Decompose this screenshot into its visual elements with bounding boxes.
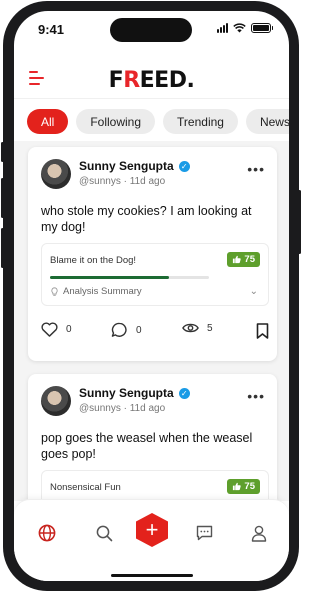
- side-button: [1, 178, 4, 218]
- add-icon: +: [145, 517, 159, 542]
- analysis-summary-label: Analysis Summary: [63, 286, 142, 297]
- post-text: pop goes the weasel when the weasel goes…: [41, 431, 253, 461]
- analysis-summary-row[interactable]: Analysis Summary: [50, 286, 142, 297]
- add-post-button[interactable]: +: [136, 513, 168, 547]
- phone-frame: 9:41 FREED. All Following Trending News …: [3, 1, 299, 591]
- more-options-icon[interactable]: •••: [247, 161, 265, 177]
- profile-icon: [251, 525, 267, 542]
- tab-following[interactable]: Following: [76, 109, 156, 134]
- post-text: who stole my cookies? I am looking at my…: [41, 204, 252, 234]
- heart-icon: [41, 322, 58, 337]
- app-header: FREED.: [14, 63, 289, 99]
- author-row: Sunny Sengupta ✓: [79, 159, 190, 173]
- views-count: 5: [207, 322, 213, 334]
- avatar[interactable]: [41, 386, 71, 416]
- thumbs-up-icon: [233, 255, 242, 264]
- battery-level: [253, 25, 269, 31]
- app-logo: FREED.: [108, 68, 195, 93]
- post-feed[interactable]: Sunny Sengupta ✓ @sunnys · 11d ago ••• w…: [14, 141, 289, 501]
- tab-all[interactable]: All: [27, 109, 69, 134]
- eye-icon: [182, 323, 199, 333]
- comment-button[interactable]: 0: [111, 322, 142, 338]
- nav-home[interactable]: [38, 524, 56, 542]
- status-icons: [217, 23, 273, 33]
- comment-icon: [111, 322, 127, 337]
- author-name[interactable]: Sunny Sengupta: [79, 386, 174, 400]
- verified-icon: ✓: [178, 387, 190, 399]
- author-handle: @sunnys · 11d ago: [79, 176, 166, 187]
- author-handle: @sunnys · 11d ago: [79, 403, 166, 414]
- side-button: [1, 142, 4, 162]
- views-indicator: 5: [182, 322, 213, 334]
- app-screen: 9:41 FREED. All Following Trending News …: [14, 11, 289, 581]
- post-card[interactable]: Sunny Sengupta ✓ @sunnys · 11d ago ••• p…: [28, 374, 277, 501]
- score-badge: 75: [227, 252, 260, 267]
- post-card[interactable]: Sunny Sengupta ✓ @sunnys · 11d ago ••• w…: [28, 147, 277, 361]
- post-actions: 0 0 5: [41, 322, 269, 342]
- nav-messages[interactable]: [195, 524, 213, 542]
- wifi-icon: [233, 23, 246, 33]
- nav-profile[interactable]: [250, 524, 268, 542]
- score-bar: [50, 276, 209, 279]
- status-bar: 9:41: [14, 11, 289, 47]
- home-indicator: [111, 574, 193, 577]
- chevron-down-icon[interactable]: ⌄: [250, 286, 258, 297]
- tab-trending[interactable]: Trending: [163, 109, 238, 134]
- like-button[interactable]: 0: [41, 322, 72, 337]
- score-bar-fill: [50, 276, 170, 279]
- filter-tabs: All Following Trending News: [27, 109, 289, 134]
- analysis-title: Nonsensical Fun: [50, 482, 121, 493]
- tab-news[interactable]: News: [245, 109, 289, 134]
- bottom-nav: +: [14, 499, 289, 581]
- analysis-title: Blame it on the Dog!: [50, 255, 137, 266]
- side-button: [1, 228, 4, 268]
- chat-icon: [196, 525, 212, 541]
- signal-icon: [217, 23, 228, 33]
- score-badge: 75: [227, 479, 260, 494]
- search-icon: [96, 525, 112, 541]
- more-options-icon[interactable]: •••: [247, 388, 265, 404]
- avatar[interactable]: [41, 159, 71, 189]
- battery-icon: [251, 23, 273, 33]
- analysis-box[interactable]: Blame it on the Dog! 75 Analysis Summary…: [41, 243, 269, 306]
- bookmark-icon[interactable]: [256, 323, 269, 339]
- verified-icon: ✓: [178, 160, 190, 172]
- comment-count: 0: [136, 324, 142, 336]
- lightbulb-icon: [51, 286, 58, 296]
- score-value: 75: [244, 481, 255, 492]
- author-row: Sunny Sengupta ✓: [79, 386, 190, 400]
- globe-icon: [38, 524, 56, 542]
- score-value: 75: [244, 254, 255, 265]
- status-time: 9:41: [38, 22, 65, 37]
- author-name[interactable]: Sunny Sengupta: [79, 159, 174, 173]
- analysis-box[interactable]: Nonsensical Fun 75: [41, 470, 269, 501]
- like-count: 0: [66, 324, 72, 335]
- side-button: [298, 190, 301, 254]
- thumbs-up-icon: [233, 482, 242, 491]
- nav-search[interactable]: [95, 524, 113, 542]
- dynamic-island: [110, 18, 192, 42]
